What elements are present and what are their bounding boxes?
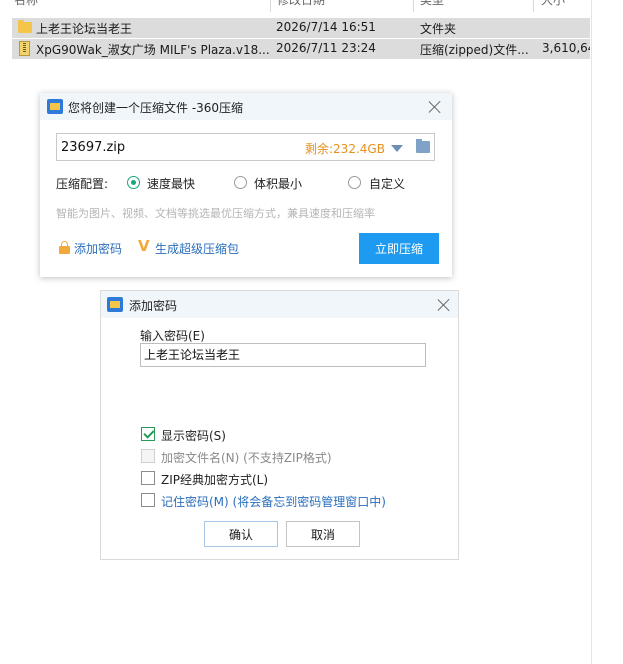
file-row[interactable]: 上老王论坛当老王 2026/7/14 16:51 文件夹 xyxy=(12,18,590,38)
close-icon[interactable] xyxy=(428,100,442,114)
file-date: 2026/7/11 23:24 xyxy=(276,41,376,55)
file-name: 上老王论坛当老王 xyxy=(36,22,133,36)
dialog-titlebar[interactable]: 添加密码 xyxy=(101,291,458,318)
compress-dialog: 您将创建一个压缩文件 -360压缩 23697.zip 剩余:232.4GB 压… xyxy=(40,93,452,277)
file-type: 压缩(zipped)文件... xyxy=(420,43,529,57)
column-header-type[interactable]: 类型 xyxy=(420,0,444,11)
password-input[interactable]: 上老王论坛当老王 xyxy=(140,343,426,367)
file-row[interactable]: XpG90Wak_淑女广场 MILF's Plaza.v18... 2026/7… xyxy=(12,39,590,59)
add-password-dialog: 添加密码 输入密码(E) 上老王论坛当老王 显示密码(S) 加密文件名(N) (… xyxy=(100,290,459,560)
column-header-date[interactable]: 修改日期 xyxy=(277,0,325,11)
super-compress-link[interactable]: 生成超级压缩包 xyxy=(155,240,239,257)
app-logo-icon xyxy=(107,297,123,312)
file-date: 2026/7/14 16:51 xyxy=(276,20,376,34)
radio-speed-fastest[interactable] xyxy=(127,176,140,189)
zip-classic-encryption-checkbox[interactable] xyxy=(141,471,155,485)
cancel-button[interactable]: 取消 xyxy=(286,521,360,547)
dialog-title: 添加密码 xyxy=(129,299,178,313)
remember-password-checkbox[interactable] xyxy=(141,493,155,507)
option-label[interactable]: 体积最小 xyxy=(254,175,302,192)
archive-path-field[interactable]: 23697.zip 剩余:232.4GB xyxy=(56,133,435,161)
dialog-title: 您将创建一个压缩文件 -360压缩 xyxy=(68,101,244,115)
chevron-down-icon[interactable] xyxy=(391,145,403,152)
compress-hint: 智能为图片、视频、文档等挑选最优压缩方式，兼具速度和压缩率 xyxy=(56,207,375,220)
free-space-label: 剩余:232.4GB xyxy=(305,142,385,156)
checkbox-label: 加密文件名(N) (不支持ZIP格式) xyxy=(161,451,332,465)
window-edge xyxy=(591,0,592,664)
column-header-size[interactable]: 大小 xyxy=(541,0,565,11)
browse-folder-icon[interactable] xyxy=(416,139,430,153)
checkbox-label[interactable]: 显示密码(S) xyxy=(161,427,226,444)
column-divider[interactable] xyxy=(413,0,414,12)
zip-icon xyxy=(19,41,30,56)
checkbox-label[interactable]: ZIP经典加密方式(L) xyxy=(161,471,268,488)
radio-custom[interactable] xyxy=(348,176,361,189)
encrypt-filename-checkbox xyxy=(141,449,155,463)
dialog-titlebar[interactable]: 您将创建一个压缩文件 -360压缩 xyxy=(40,93,452,120)
column-divider[interactable] xyxy=(270,0,271,12)
close-icon[interactable] xyxy=(437,298,451,312)
add-password-link[interactable]: 添加密码 xyxy=(74,240,122,257)
column-divider[interactable] xyxy=(533,0,534,12)
vip-icon: V xyxy=(138,237,150,255)
ok-button[interactable]: 确认 xyxy=(204,521,278,547)
file-name: XpG90Wak_淑女广场 MILF's Plaza.v18... xyxy=(36,43,270,57)
lock-icon xyxy=(59,241,70,254)
radio-size-smallest[interactable] xyxy=(234,176,247,189)
file-size: 3,610,64 xyxy=(542,41,590,55)
config-label: 压缩配置: xyxy=(56,177,109,191)
app-logo-icon xyxy=(47,99,63,114)
compress-now-button[interactable]: 立即压缩 xyxy=(359,233,439,264)
archive-path-value: 23697.zip xyxy=(61,140,126,155)
file-type: 文件夹 xyxy=(420,22,457,36)
password-value: 上老王论坛当老王 xyxy=(144,348,241,362)
column-header-name[interactable]: 名称 xyxy=(14,0,38,11)
option-label[interactable]: 速度最快 xyxy=(147,175,195,192)
show-password-checkbox[interactable] xyxy=(141,427,155,441)
password-input-label: 输入密码(E) xyxy=(140,329,205,343)
folder-icon xyxy=(18,20,32,33)
option-label[interactable]: 自定义 xyxy=(369,175,405,192)
checkbox-label[interactable]: 记住密码(M) (将会备忘到密码管理窗口中) xyxy=(161,493,386,510)
